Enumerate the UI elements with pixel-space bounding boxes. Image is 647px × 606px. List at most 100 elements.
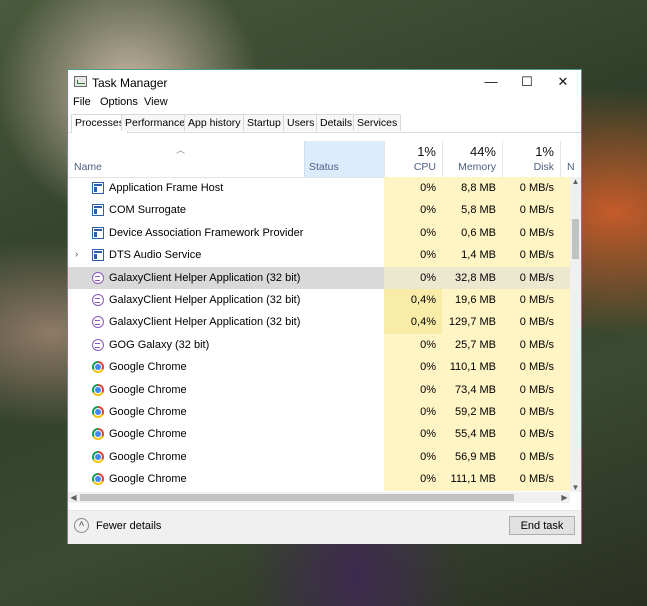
- scroll-up-icon[interactable]: ▲: [570, 177, 581, 186]
- fewer-details-link[interactable]: Fewer details: [96, 520, 161, 532]
- process-network: [560, 468, 570, 491]
- column-network-label: N: [567, 161, 575, 173]
- table-row[interactable]: Google Chrome 0% 55,4 MB 0 MB/s: [68, 423, 570, 446]
- scroll-down-icon[interactable]: ▼: [570, 483, 581, 492]
- process-cpu: 0%: [384, 199, 442, 222]
- table-row[interactable]: GalaxyClient Helper Application (32 bit)…: [68, 266, 570, 289]
- horizontal-scroll-thumb[interactable]: [80, 494, 514, 501]
- process-network: [560, 266, 570, 289]
- tab-startup[interactable]: Startup: [243, 114, 285, 131]
- process-memory: 73,4 MB: [442, 378, 502, 401]
- table-row[interactable]: Google Chrome 0% 56,9 MB 0 MB/s: [68, 445, 570, 469]
- process-cpu: 0%: [384, 333, 442, 357]
- process-network: [560, 311, 570, 334]
- table-row[interactable]: Google Chrome 0% 73,4 MB 0 MB/s: [68, 378, 570, 401]
- tab-performance[interactable]: Performance: [121, 114, 190, 131]
- vertical-scrollbar[interactable]: ▲ ▼: [570, 177, 581, 492]
- process-cpu: 0%: [384, 177, 442, 200]
- column-cpu[interactable]: 1% CPU: [384, 141, 442, 177]
- maximize-button[interactable]: ☐: [509, 70, 545, 94]
- menu-file[interactable]: File: [73, 96, 91, 108]
- process-name: Google Chrome: [109, 383, 187, 396]
- process-network: [560, 199, 570, 222]
- cpu-total: 1%: [417, 144, 436, 159]
- column-disk[interactable]: 1% Disk: [502, 141, 560, 177]
- tab-strip: Processes Performance App history Startu…: [68, 114, 581, 133]
- process-cpu: 0%: [384, 378, 442, 401]
- scroll-right-icon[interactable]: ▶: [559, 492, 570, 503]
- process-network: [560, 356, 570, 379]
- process-network: [560, 289, 570, 312]
- table-row[interactable]: COM Surrogate 0% 5,8 MB 0 MB/s: [68, 199, 570, 222]
- process-memory: 1,4 MB: [442, 244, 502, 267]
- horizontal-scrollbar[interactable]: ◀ ▶: [68, 492, 570, 503]
- process-status: [304, 267, 384, 289]
- chevron-up-icon[interactable]: ˄: [74, 518, 89, 533]
- process-network: [560, 423, 570, 446]
- process-disk: 0 MB/s: [502, 199, 560, 222]
- process-memory: 55,4 MB: [442, 423, 502, 446]
- process-name: Google Chrome: [109, 406, 187, 418]
- process-status: [304, 199, 384, 221]
- table-row[interactable]: › DTS Audio Service 0% 1,4 MB 0 MB/s: [68, 244, 570, 267]
- process-cpu: 0%: [384, 445, 442, 469]
- tab-services[interactable]: Services: [353, 114, 402, 131]
- process-status: [304, 222, 384, 244]
- table-row[interactable]: Google Chrome 0% 59,2 MB 0 MB/s: [68, 401, 570, 424]
- process-name: Google Chrome: [109, 428, 187, 441]
- minimize-button[interactable]: —: [473, 70, 509, 94]
- end-task-button[interactable]: End task: [509, 516, 575, 535]
- vertical-scroll-thumb[interactable]: [572, 219, 579, 259]
- menu-bar: File Options View: [68, 96, 581, 112]
- process-status: [304, 244, 384, 266]
- process-status: [304, 468, 384, 490]
- table-row[interactable]: GalaxyClient Helper Application (32 bit)…: [68, 289, 570, 312]
- footer-bar: ˄ Fewer details End task: [68, 510, 581, 544]
- process-disk: 0 MB/s: [502, 401, 560, 424]
- column-cpu-label: CPU: [413, 161, 436, 173]
- column-status[interactable]: Status: [304, 141, 384, 177]
- process-status: [304, 311, 384, 333]
- column-memory[interactable]: 44% Memory: [442, 141, 502, 177]
- column-status-label: Status: [309, 161, 339, 173]
- close-button[interactable]: ✕: [545, 70, 581, 94]
- process-status: [304, 177, 384, 199]
- process-cpu: 0%: [384, 401, 442, 424]
- process-status: [304, 334, 384, 356]
- column-memory-label: Memory: [458, 161, 496, 173]
- process-network: [560, 221, 570, 245]
- process-network: [560, 445, 570, 469]
- process-name: GOG Galaxy (32 bit): [109, 338, 210, 351]
- table-row[interactable]: Google Chrome 0% 110,1 MB 0 MB/s: [68, 356, 570, 379]
- table-row[interactable]: Device Association Framework Provider Ho…: [68, 221, 570, 245]
- menu-view[interactable]: View: [144, 96, 168, 108]
- table-row[interactable]: GOG Galaxy (32 bit) 0% 25,7 MB 0 MB/s: [68, 333, 570, 357]
- task-manager-window: Task Manager — ☐ ✕ File Options View Pro…: [67, 69, 582, 544]
- process-memory: 56,9 MB: [442, 445, 502, 469]
- tab-app-history[interactable]: App history: [184, 114, 245, 131]
- tab-users[interactable]: Users: [283, 114, 319, 131]
- table-row[interactable]: Google Chrome 0% 111,1 MB 0 MB/s: [68, 468, 570, 491]
- tab-processes[interactable]: Processes: [71, 114, 129, 133]
- table-row[interactable]: Application Frame Host 0% 8,8 MB 0 MB/s: [68, 177, 570, 200]
- process-name: COM Surrogate: [109, 204, 187, 217]
- process-memory: 59,2 MB: [442, 401, 502, 424]
- process-network: [560, 177, 570, 200]
- scroll-left-icon[interactable]: ◀: [68, 492, 79, 503]
- column-network[interactable]: N: [560, 141, 581, 177]
- process-disk: 0 MB/s: [502, 445, 560, 469]
- tab-details[interactable]: Details: [316, 114, 357, 131]
- window-title: Task Manager: [92, 76, 168, 90]
- process-memory: 110,1 MB: [442, 356, 502, 379]
- table-row[interactable]: GalaxyClient Helper Application (32 bit)…: [68, 311, 570, 334]
- process-memory: 32,8 MB: [442, 266, 502, 289]
- process-status: [304, 423, 384, 445]
- process-memory: 111,1 MB: [442, 468, 502, 491]
- process-cpu: 0%: [384, 244, 442, 267]
- column-name[interactable]: ︿ Name: [68, 141, 304, 177]
- menu-options[interactable]: Options: [100, 96, 138, 108]
- process-name: Device Association Framework Provider Ho…: [109, 226, 304, 239]
- process-name: Google Chrome: [109, 450, 187, 463]
- process-cpu: 0,4%: [384, 311, 442, 334]
- title-bar[interactable]: Task Manager — ☐ ✕: [68, 70, 581, 94]
